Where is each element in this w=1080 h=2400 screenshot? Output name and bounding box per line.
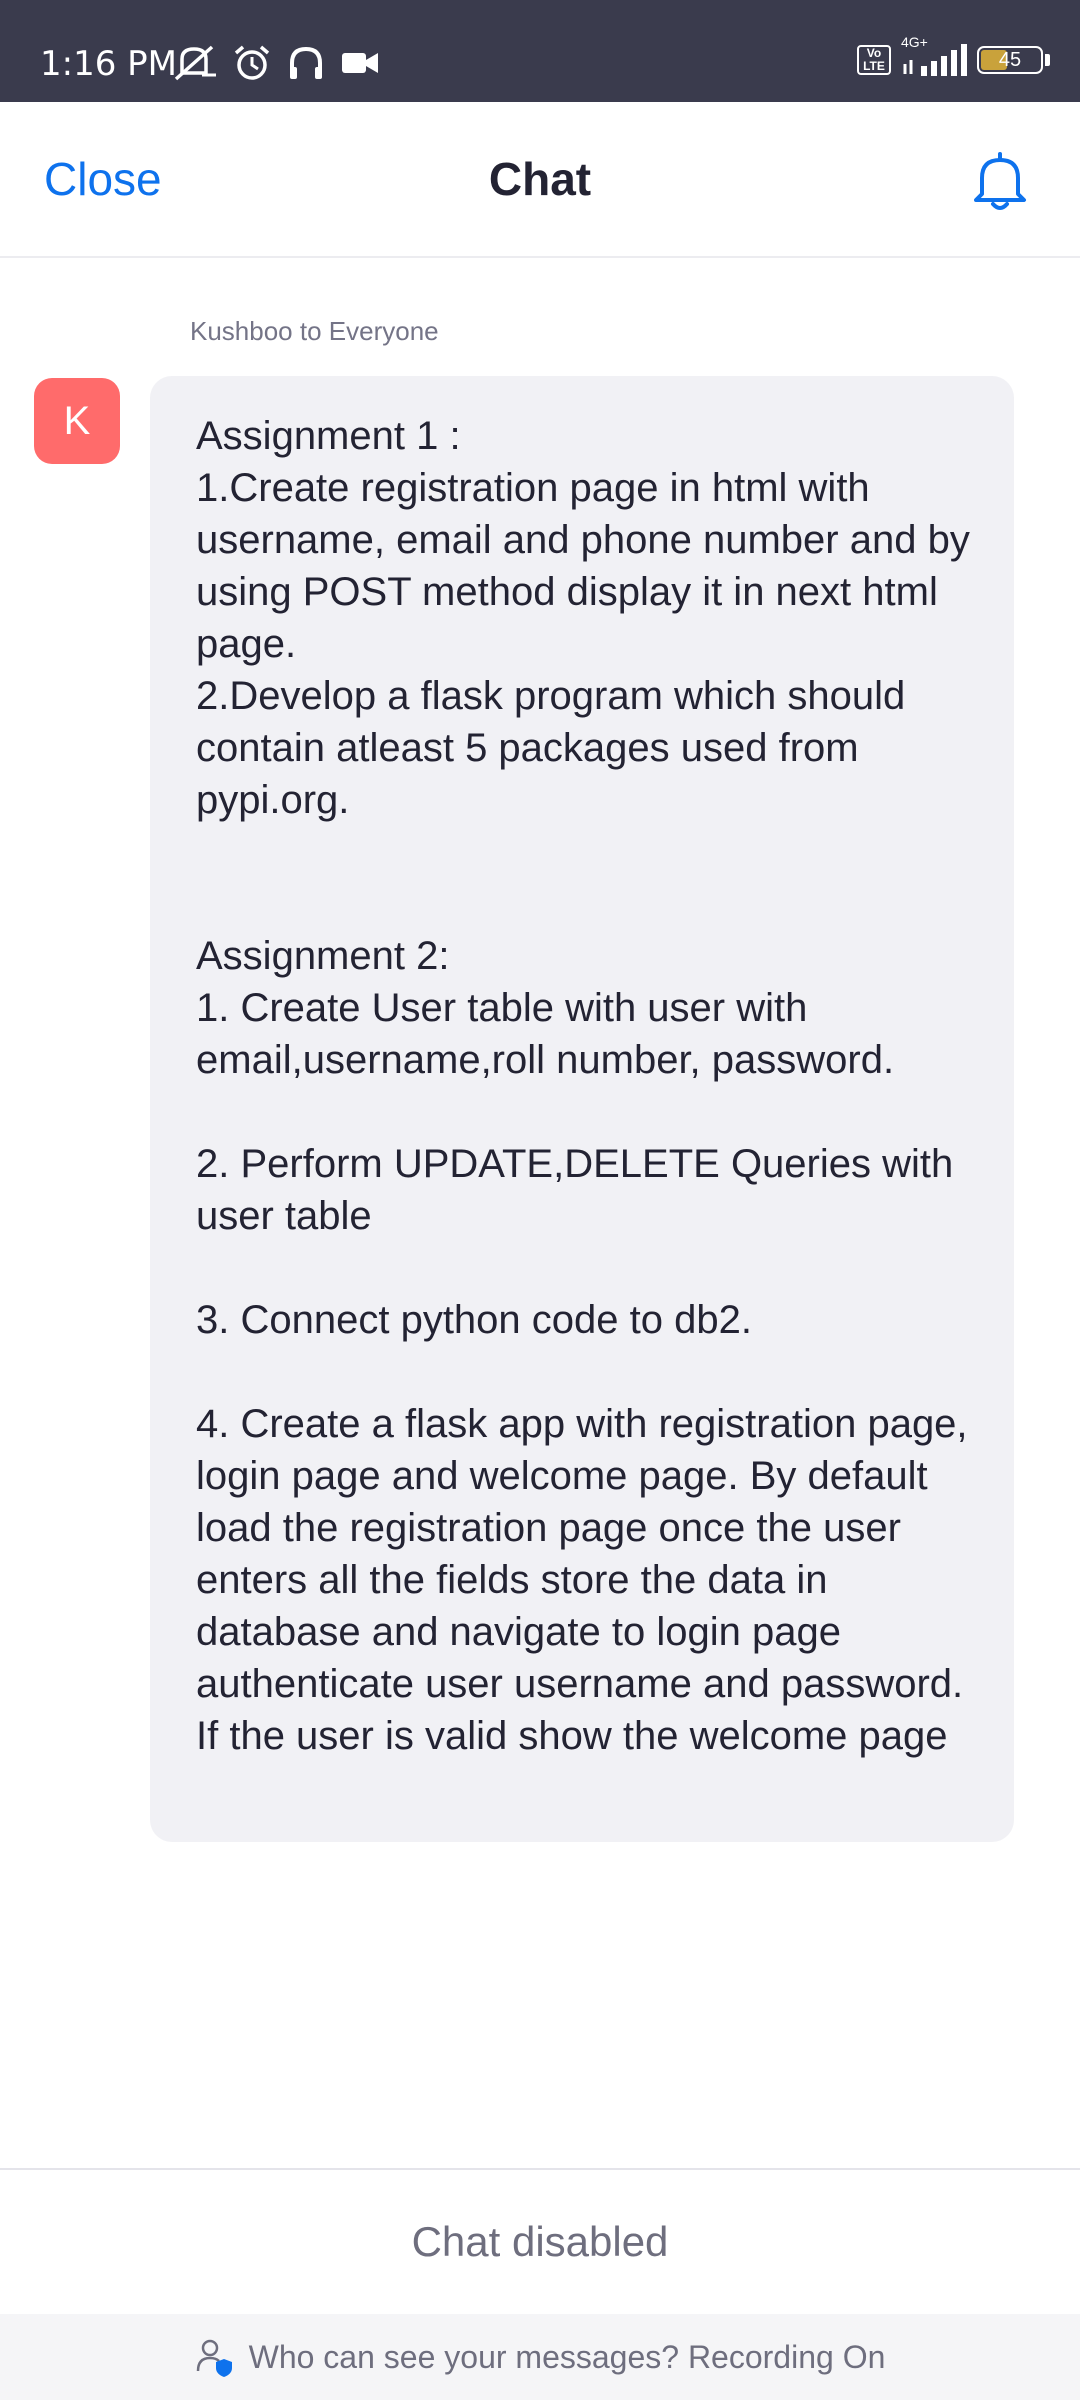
mute-icon <box>172 43 218 83</box>
close-button[interactable]: Close <box>44 102 162 256</box>
status-time: 1:16 PM <box>40 44 177 84</box>
video-icon <box>340 43 380 83</box>
bell-icon[interactable] <box>970 150 1030 214</box>
message-bubble[interactable]: Assignment 1 : 1.Create registration pag… <box>150 376 1014 1842</box>
user-shield-icon <box>195 2337 235 2377</box>
status-icons <box>172 40 380 86</box>
page-title: Chat <box>488 153 592 205</box>
volte-icon: Vo LTE <box>857 45 891 75</box>
status-right: Vo LTE 4G+ 45 <box>857 34 1050 76</box>
recording-notice[interactable]: Who can see your messages? Recording On <box>0 2314 1080 2400</box>
alarm-icon <box>232 43 272 83</box>
battery-level: 45 <box>998 49 1022 71</box>
battery-icon: 45 <box>977 46 1043 74</box>
message-text: Assignment 1 : 1.Create registration pag… <box>196 414 970 1758</box>
avatar: K <box>34 378 120 464</box>
chat-disabled-label: Chat disabled <box>411 2218 669 2265</box>
network-type: 4G+ <box>901 34 928 50</box>
message-sender: Kushboo to Everyone <box>190 316 439 346</box>
recording-notice-text: Who can see your messages? Recording On <box>248 2338 886 2375</box>
headphones-icon <box>286 43 326 83</box>
signal-icon: 4G+ <box>901 34 967 76</box>
status-bar: 1:16 PM Vo LTE 4G+ 45 <box>0 0 1080 102</box>
chat-header: Chat Close <box>0 102 1080 258</box>
battery-tip <box>1045 54 1050 66</box>
